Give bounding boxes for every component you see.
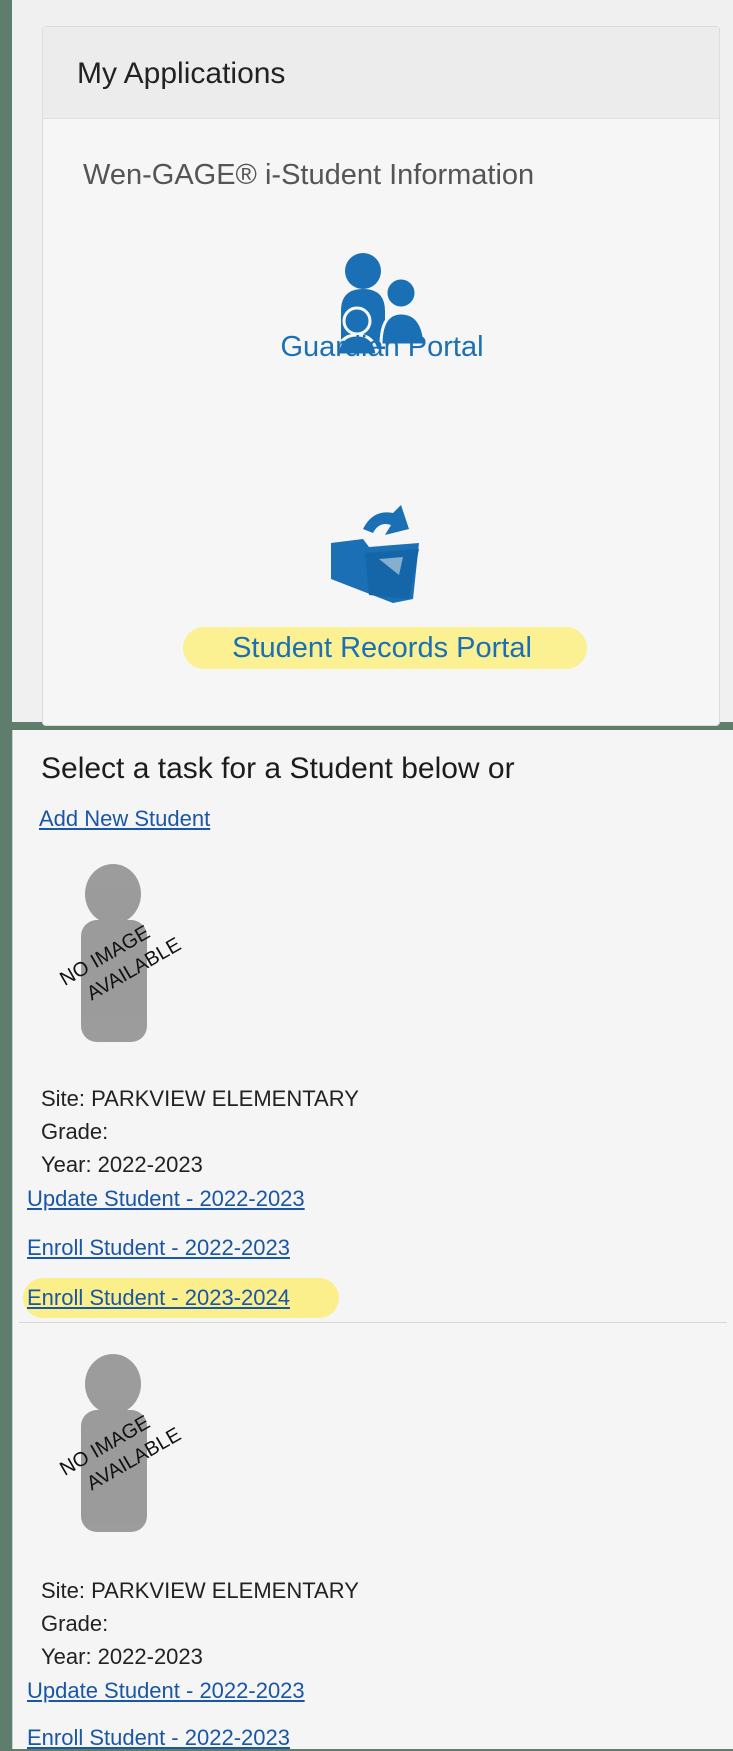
enroll-student-next-year-link[interactable]: Enroll Student - 2023-2024 (27, 1285, 290, 1311)
folder-icon[interactable] (323, 499, 433, 609)
update-student-link[interactable]: Update Student - 2022-2023 (27, 1186, 305, 1212)
student-site: Site: PARKVIEW ELEMENTARY (41, 1578, 359, 1603)
app-name: Wen-GAGE® i-Student Information (83, 159, 535, 191)
no-image-placeholder: NO IMAGE AVAILABLE (56, 864, 185, 1042)
guardian-portal-link[interactable]: Guardian Portal (43, 331, 721, 364)
panel-heading: My Applications (43, 27, 719, 119)
applications-panel: My Applications Wen-GAGE® i-Student Info… (42, 26, 720, 726)
student-records-portal-link[interactable]: Student Records Portal (43, 632, 721, 665)
applications-screenshot: My Applications Wen-GAGE® i-Student Info… (12, 0, 733, 726)
task-heading: Select a task for a Student below or (41, 752, 515, 785)
student-year: Year: 2022-2023 (41, 1152, 203, 1177)
enroll-student-link[interactable]: Enroll Student - 2022-2023 (27, 1235, 290, 1261)
student-divider (19, 1322, 727, 1323)
student-grade: Grade: (41, 1611, 109, 1636)
enroll-student-link[interactable]: Enroll Student - 2022-2023 (27, 1725, 290, 1751)
student-grade: Grade: (41, 1119, 109, 1144)
add-new-student-link[interactable]: Add New Student (39, 806, 210, 832)
student-year: Year: 2022-2023 (41, 1644, 203, 1669)
student-site: Site: PARKVIEW ELEMENTARY (41, 1086, 359, 1111)
no-image-placeholder: NO IMAGE AVAILABLE (56, 1354, 185, 1532)
update-student-link[interactable]: Update Student - 2022-2023 (27, 1678, 305, 1704)
task-screenshot: Select a task for a Student below or Add… (12, 730, 733, 1751)
